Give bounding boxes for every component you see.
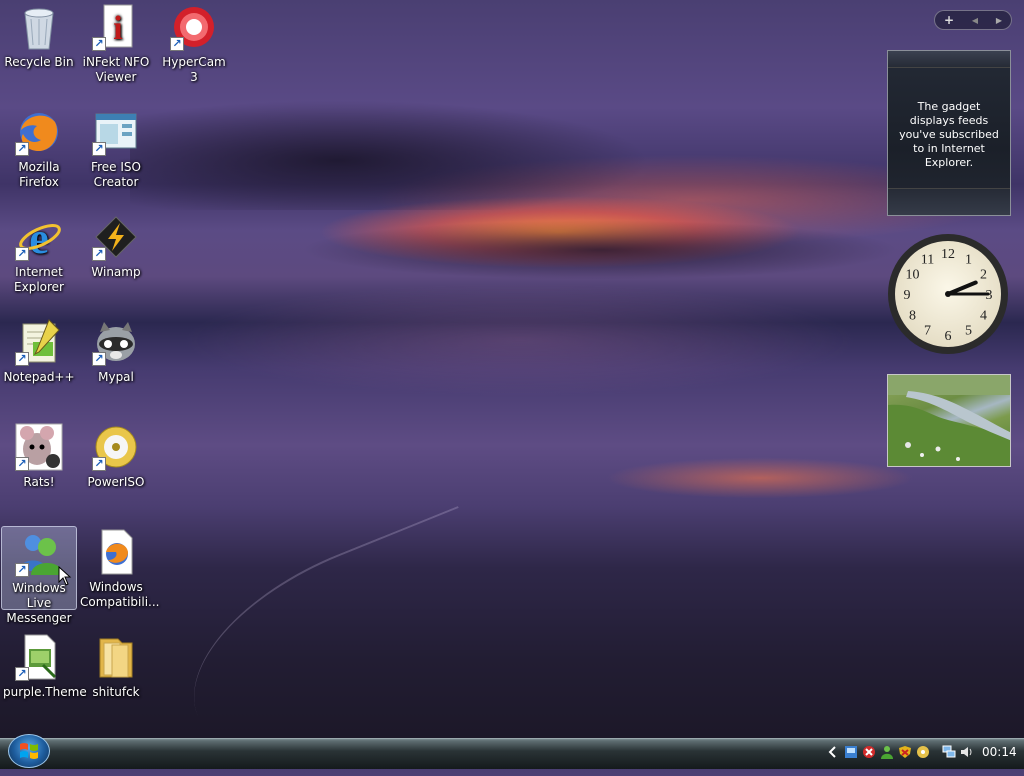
feed-headlines-gadget[interactable]: The gadget displays feeds you've subscri… [887, 50, 1011, 216]
notepad-plus-plus-icon: ↗ [15, 318, 63, 366]
messenger-status-icon[interactable] [880, 745, 894, 759]
slideshow-gadget[interactable] [887, 374, 1011, 467]
clock-numeral: 9 [904, 288, 911, 303]
shortcut-arrow-icon: ↗ [15, 247, 29, 261]
clock-numeral: 11 [921, 252, 934, 267]
icon-label: Windows Live Messenger [6, 581, 72, 625]
desktop-icon-poweriso[interactable]: ↗ PowerISO [78, 421, 154, 511]
volume-icon[interactable] [960, 745, 974, 759]
clock-numeral: 1 [965, 252, 972, 267]
hypercam-icon: ↗ [170, 3, 218, 51]
icon-label: HyperCam 3 [162, 55, 226, 84]
shortcut-arrow-icon: ↗ [92, 247, 106, 261]
firefox-icon: ↗ [15, 108, 63, 156]
desktop-icon-purple-theme[interactable]: ↗ purple.Theme [1, 631, 87, 721]
theme-file-icon: ↗ [15, 633, 63, 681]
icon-label: Mozilla Firefox [18, 160, 60, 189]
icon-label: Recycle Bin [4, 55, 74, 69]
shortcut-arrow-icon: ↗ [15, 142, 29, 156]
mypal-icon: ↗ [92, 318, 140, 366]
network-icon[interactable] [942, 745, 956, 759]
icon-label: iNFekt NFO Viewer [82, 55, 150, 84]
winamp-icon: ↗ [92, 213, 140, 261]
desktop-icon-windows-compatibility[interactable]: Windows Compatibili... [78, 526, 160, 616]
shortcut-arrow-icon: ↗ [15, 563, 29, 577]
shortcut-arrow-icon: ↗ [92, 352, 106, 366]
desktop-icon-notepad-plus-plus[interactable]: ↗ Notepad++ [1, 316, 77, 406]
windows-logo-icon [20, 743, 38, 759]
desktop-icon-hypercam[interactable]: ↗ HyperCam 3 [156, 1, 232, 91]
clock-numeral: 5 [965, 324, 972, 339]
desktop-icon-internet-explorer[interactable]: e ↗ Internet Explorer [1, 211, 77, 301]
desktop-icon-recycle-bin[interactable]: Recycle Bin [1, 1, 77, 91]
icon-label: Notepad++ [3, 370, 75, 384]
desktop-icon-shitufck-folder[interactable]: shitufck [78, 631, 154, 721]
show-hidden-icons-chevron-icon[interactable] [826, 745, 840, 759]
svg-text:i: i [113, 10, 122, 47]
shortcut-arrow-icon: ↗ [15, 667, 29, 681]
shortcut-arrow-icon: ↗ [15, 457, 29, 471]
clock-numeral: 6 [945, 329, 952, 344]
clock-center-pin [945, 291, 951, 297]
icon-label: purple.Theme [3, 685, 87, 699]
mouse-cursor-icon [58, 566, 72, 586]
shortcut-arrow-icon: ↗ [170, 37, 184, 51]
icon-label: Rats! [23, 475, 55, 489]
previous-gadgets-button[interactable]: ◀ [972, 16, 978, 25]
clock-gadget[interactable]: 12 1 2 3 4 5 6 7 8 9 10 11 [886, 232, 1010, 356]
poweriso-icon: ↗ [92, 423, 140, 471]
slideshow-image [888, 375, 1010, 466]
start-button[interactable] [8, 734, 50, 768]
icon-label: Windows Compatibili... [80, 580, 160, 609]
clock-numeral: 2 [980, 268, 987, 283]
clock-numeral: 12 [941, 247, 955, 262]
free-iso-creator-icon: ↗ [92, 108, 140, 156]
svg-text:e: e [29, 214, 49, 261]
desktop-icon-winamp[interactable]: ↗ Winamp [78, 211, 154, 301]
blocked-icon[interactable] [862, 745, 876, 759]
taskbar-clock[interactable]: 00:14 [982, 745, 1017, 759]
desktop-icon-infekt-nfo-viewer[interactable]: i ↗ iNFekt NFO Viewer [78, 1, 154, 91]
folder-icon [92, 633, 140, 681]
icon-label: PowerISO [87, 475, 145, 489]
security-center-icon[interactable] [844, 745, 858, 759]
shortcut-arrow-icon: ↗ [92, 142, 106, 156]
desktop-icon-mypal[interactable]: ↗ Mypal [78, 316, 154, 406]
next-gadgets-button[interactable]: ▶ [996, 16, 1002, 25]
recycle-bin-icon [15, 3, 63, 51]
rats-icon: ↗ [15, 423, 63, 471]
icon-label: Free ISO Creator [91, 160, 141, 189]
feed-gadget-footer [888, 188, 1010, 215]
wallpaper-surf [161, 505, 519, 776]
shortcut-arrow-icon: ↗ [92, 37, 106, 51]
windows-live-messenger-icon: ↗ [15, 529, 63, 577]
clock-numeral: 8 [909, 309, 916, 324]
clock-numeral: 4 [980, 309, 987, 324]
feed-gadget-message: The gadget displays feeds you've subscri… [899, 100, 999, 169]
shortcut-arrow-icon: ↗ [92, 457, 106, 471]
feed-gadget-header [888, 51, 1010, 68]
desktop-icon-rats[interactable]: ↗ Rats! [1, 421, 77, 511]
desktop-icon-free-iso-creator[interactable]: ↗ Free ISO Creator [78, 106, 154, 196]
notification-area: 00:14 [824, 741, 1024, 765]
security-shield-icon[interactable] [898, 745, 912, 759]
icon-label: Mypal [98, 370, 134, 384]
icon-label: Winamp [91, 265, 141, 279]
desktop-icon-mozilla-firefox[interactable]: ↗ Mozilla Firefox [1, 106, 77, 196]
gadget-sidebar-toolbar: + ◀ ▶ [934, 10, 1012, 30]
windows-compatibility-icon [92, 528, 140, 576]
shortcut-arrow-icon: ↗ [15, 352, 29, 366]
media-icon[interactable] [916, 745, 930, 759]
clock-numeral: 10 [905, 268, 919, 283]
wallpaper-cloud [130, 100, 650, 210]
internet-explorer-icon: e ↗ [15, 213, 63, 263]
add-gadget-button[interactable]: + [944, 13, 954, 27]
infekt-nfo-icon: i ↗ [92, 3, 140, 51]
icon-label: Internet Explorer [14, 265, 64, 294]
wallpaper-horizon [300, 220, 900, 280]
icon-label: shitufck [92, 685, 140, 699]
clock-numeral: 7 [924, 324, 931, 339]
